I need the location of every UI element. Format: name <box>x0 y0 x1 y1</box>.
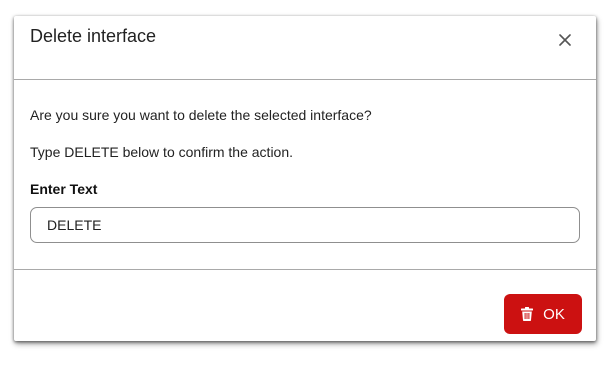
dialog-footer: OK <box>14 270 596 341</box>
enter-text-label: Enter Text <box>30 181 98 197</box>
trash-icon <box>521 307 534 321</box>
dialog-title: Delete interface <box>30 26 157 46</box>
dialog-body: Are you sure you want to delete the sele… <box>14 80 596 270</box>
close-button[interactable] <box>554 29 576 51</box>
dialog-header: Delete interface <box>14 16 596 80</box>
ok-button-label: OK <box>543 305 565 323</box>
close-icon <box>559 34 571 46</box>
confirm-text-input[interactable] <box>30 207 580 243</box>
delete-interface-dialog: Delete interface Are you sure you want t… <box>14 16 596 341</box>
confirm-instruction: Type DELETE below to confirm the action. <box>30 144 294 160</box>
ok-button[interactable]: OK <box>504 294 582 334</box>
confirm-question: Are you sure you want to delete the sele… <box>30 107 372 123</box>
